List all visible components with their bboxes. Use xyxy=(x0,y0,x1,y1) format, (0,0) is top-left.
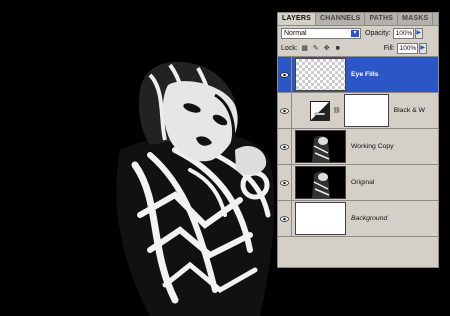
lock-transparent-icon[interactable]: ▦ xyxy=(301,45,309,53)
visibility-eye-icon[interactable] xyxy=(278,93,292,128)
blend-row: Normal ▼ Opacity: 100% ▶ xyxy=(278,26,438,41)
opacity-slider-arrow-icon[interactable]: ▶ xyxy=(414,28,423,39)
fill-label: Fill: xyxy=(383,45,395,52)
lock-row: Lock: ▦ ✎ ✥ ■ Fill: 100% ▶ xyxy=(278,41,438,56)
tab-paths[interactable]: PATHS xyxy=(365,13,399,25)
layer-name: Black & W xyxy=(393,107,425,114)
link-chain-icon[interactable]: ⛓ xyxy=(333,107,341,114)
tab-masks[interactable]: MASKS xyxy=(398,13,434,25)
opacity-input[interactable]: 100% xyxy=(392,28,414,39)
tab-channels[interactable]: CHANNELS xyxy=(315,13,366,25)
blend-mode-value: Normal xyxy=(284,30,307,37)
layer-thumbnail xyxy=(295,202,346,235)
artwork-mime-figure xyxy=(116,61,275,316)
lock-all-padlock-icon[interactable]: ■ xyxy=(334,45,342,53)
chevron-down-icon: ▼ xyxy=(351,30,359,37)
lock-label: Lock: xyxy=(281,45,298,52)
panel-tabbar: LAYERS CHANNELS PATHS MASKS xyxy=(278,13,438,26)
layer-row-black-white[interactable]: ⛓ Black & W xyxy=(278,93,438,129)
visibility-eye-icon[interactable] xyxy=(278,57,292,92)
layer-row-background[interactable]: Background xyxy=(278,201,438,237)
blend-mode-select[interactable]: Normal ▼ xyxy=(281,28,361,39)
adjustment-layer-icon xyxy=(310,100,330,121)
layer-name: Working Copy xyxy=(351,143,394,150)
layer-row-eye-fills[interactable]: Eye Fills xyxy=(278,57,438,93)
visibility-eye-icon[interactable] xyxy=(278,201,292,236)
layer-thumbnail xyxy=(295,166,346,199)
fill-input[interactable]: 100% xyxy=(396,43,418,54)
lock-image-brush-icon[interactable]: ✎ xyxy=(312,45,320,53)
layer-name: Background xyxy=(351,215,388,222)
layer-thumbnail xyxy=(295,130,346,163)
visibility-eye-icon[interactable] xyxy=(278,129,292,164)
fill-slider-arrow-icon[interactable]: ▶ xyxy=(418,43,427,54)
layer-name: Eye Fills xyxy=(351,71,379,78)
opacity-label: Opacity: xyxy=(365,30,391,37)
tab-layers[interactable]: LAYERS xyxy=(278,13,316,25)
lock-position-move-icon[interactable]: ✥ xyxy=(323,45,331,53)
layer-name: Original xyxy=(351,179,375,186)
layers-panel: LAYERS CHANNELS PATHS MASKS Normal ▼ Opa… xyxy=(277,12,439,268)
layer-mask-thumbnail[interactable] xyxy=(343,94,389,127)
layer-row-working-copy[interactable]: Working Copy xyxy=(278,129,438,165)
layer-thumbnail xyxy=(295,58,346,91)
visibility-eye-icon[interactable] xyxy=(278,165,292,200)
layer-row-original[interactable]: Original xyxy=(278,165,438,201)
